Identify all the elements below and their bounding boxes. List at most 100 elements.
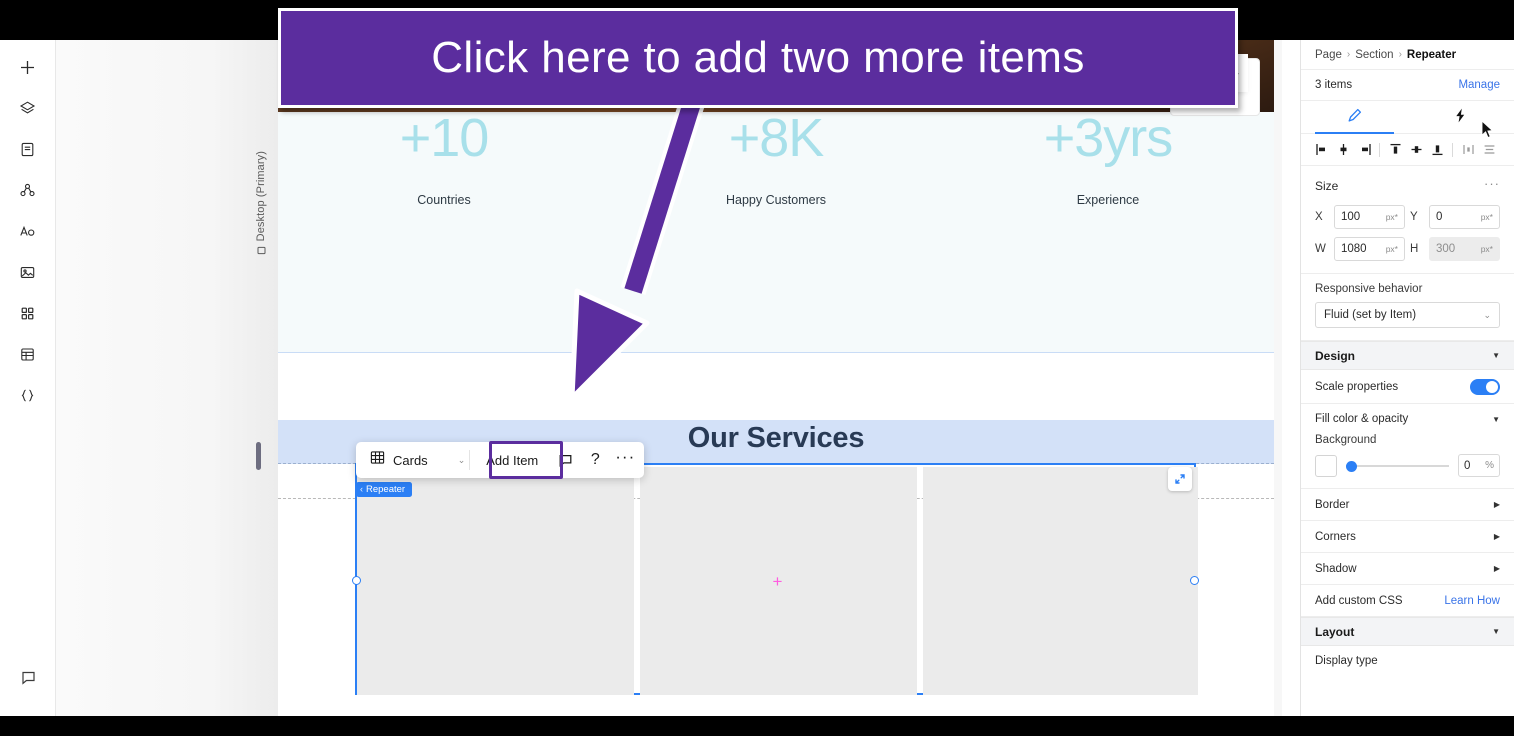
shadow-row[interactable]: Shadow ▶ <box>1301 553 1514 585</box>
design-group-header[interactable]: Design ▼ <box>1301 341 1514 370</box>
page-icon[interactable] <box>11 132 45 166</box>
connect-icon[interactable] <box>11 173 45 207</box>
opacity-input[interactable]: 0 % <box>1458 454 1500 477</box>
align-divider <box>1379 142 1380 157</box>
breadcrumb-separator: › <box>1398 49 1402 60</box>
stat-label: Experience <box>1076 192 1140 207</box>
monitor-icon <box>257 246 266 258</box>
device-label-text: Desktop (Primary) <box>255 150 267 241</box>
element-toolbar: Cards ⌄ Add Item ? ··· <box>356 442 645 478</box>
distribute-h-icon[interactable] <box>1459 141 1477 159</box>
size-unit-x: px* <box>1385 212 1398 222</box>
size-grid: X 100 px* Y 0 px* W 1080 px* H 300 px* <box>1315 205 1500 261</box>
text-icon[interactable] <box>11 214 45 248</box>
align-center-h-icon[interactable] <box>1334 141 1352 159</box>
learn-how-link[interactable]: Learn How <box>1444 595 1500 607</box>
corners-row[interactable]: Corners ▶ <box>1301 521 1514 553</box>
align-bottom-icon[interactable] <box>1428 141 1446 159</box>
annotation-arrow <box>569 99 705 401</box>
stat-value: +3yrs <box>1043 108 1174 168</box>
chevron-down-icon: ▼ <box>1492 414 1500 424</box>
size-input-x[interactable]: 100 px* <box>1334 205 1405 229</box>
align-top-icon[interactable] <box>1386 141 1404 159</box>
breadcrumb-separator: › <box>1346 49 1351 60</box>
size-label-x: X <box>1315 211 1323 223</box>
size-value-w: 1080 <box>1341 243 1367 255</box>
left-tool-rail <box>0 40 56 716</box>
canvas-drag-handle[interactable] <box>256 442 261 470</box>
tab-design[interactable] <box>1301 101 1408 134</box>
repeater-breadcrumb-chip[interactable]: ‹ Repeater <box>356 482 413 497</box>
size-input-w[interactable]: 1080 px* <box>1334 237 1405 261</box>
plus-icon[interactable] <box>11 50 45 84</box>
size-label-w: W <box>1315 243 1326 255</box>
layers-icon[interactable] <box>11 91 45 125</box>
breadcrumb: Page › Section › Repeater <box>1301 40 1514 70</box>
repeater-card[interactable] <box>357 467 634 695</box>
fill-color-title: Fill color & opacity <box>1315 413 1409 425</box>
border-label: Border <box>1315 498 1350 511</box>
repeater-selection[interactable]: + <box>352 463 1199 695</box>
help-button[interactable]: ? <box>580 445 610 475</box>
repeater-card[interactable] <box>923 467 1198 695</box>
background-block: Background 0 % <box>1301 434 1514 489</box>
more-options-button[interactable]: ··· <box>610 445 640 475</box>
fill-color-header[interactable]: Fill color & opacity ▼ <box>1301 404 1514 434</box>
apps-icon[interactable] <box>11 296 45 330</box>
custom-css-label: Add custom CSS <box>1315 594 1403 607</box>
breadcrumb-item-page[interactable]: Page <box>1315 49 1342 61</box>
mouse-cursor <box>1481 119 1495 140</box>
slider-knob[interactable] <box>1346 460 1357 472</box>
responsive-behavior-select[interactable]: Fluid (set by Item) ⌄ <box>1315 302 1500 328</box>
breadcrumb-item-section[interactable]: Section <box>1355 49 1393 61</box>
stats-row: +10 Countries +8K Happy Customers +3yrs … <box>278 110 1274 207</box>
chevron-down-icon[interactable]: ⌄ <box>458 455 466 466</box>
page-canvas[interactable]: +10 Countries +8K Happy Customers +3yrs … <box>278 40 1274 716</box>
comment-icon[interactable] <box>550 445 580 475</box>
opacity-value: 0 <box>1464 459 1471 472</box>
size-input-y[interactable]: 0 px* <box>1429 205 1500 229</box>
chevron-down-icon: ▼ <box>1492 627 1500 636</box>
distribute-v-icon[interactable] <box>1480 141 1498 159</box>
size-more-icon[interactable]: ··· <box>1484 176 1500 196</box>
scale-properties-row: Scale properties <box>1301 370 1514 404</box>
code-icon[interactable] <box>11 378 45 412</box>
align-right-icon[interactable] <box>1355 141 1373 159</box>
breadcrumb-item-repeater[interactable]: Repeater <box>1407 49 1456 61</box>
toolbar-divider <box>469 450 471 470</box>
size-title: Size <box>1315 179 1339 193</box>
opacity-slider[interactable] <box>1346 459 1449 473</box>
size-value-y: 0 <box>1436 211 1443 223</box>
responsive-value: Fluid (set by Item) <box>1324 309 1417 321</box>
plus-mark-icon: + <box>772 572 783 591</box>
brush-icon <box>1346 107 1363 127</box>
spacer-section <box>278 352 1274 420</box>
background-color-swatch[interactable] <box>1315 454 1337 477</box>
layout-preset-button[interactable]: Cards <box>360 445 436 475</box>
image-icon[interactable] <box>11 255 45 289</box>
layout-group-header[interactable]: Layout ▼ <box>1301 617 1514 646</box>
expand-icon[interactable] <box>1168 467 1192 491</box>
scale-properties-toggle[interactable] <box>1470 378 1500 395</box>
display-type-row: Display type <box>1301 646 1514 676</box>
chevron-down-icon: ⌄ <box>1483 309 1491 320</box>
slider-track <box>1346 464 1449 467</box>
items-count-row: 3 items Manage <box>1301 70 1514 101</box>
manage-link[interactable]: Manage <box>1458 79 1500 91</box>
toggle-knob <box>1486 380 1498 393</box>
border-row[interactable]: Border ▶ <box>1301 489 1514 521</box>
table-icon[interactable] <box>11 337 45 371</box>
add-item-button[interactable]: Add Item <box>474 445 550 475</box>
align-middle-icon[interactable] <box>1407 141 1425 159</box>
screenshot-root: Desktop (Primary) +10 Countries +8K Happ… <box>0 0 1514 736</box>
chat-icon[interactable] <box>11 660 45 694</box>
lightning-icon <box>1452 107 1469 127</box>
items-count-label: 3 items <box>1315 79 1353 91</box>
resize-handle-right[interactable] <box>1190 576 1199 585</box>
responsive-section: Responsive behavior Fluid (set by Item) … <box>1301 274 1514 341</box>
background-label: Background <box>1315 434 1377 446</box>
align-left-icon[interactable] <box>1313 141 1331 159</box>
stat-item[interactable]: +3yrs Experience <box>942 110 1274 207</box>
resize-handle-left[interactable] <box>352 576 361 585</box>
tab-interactions[interactable] <box>1408 101 1514 133</box>
